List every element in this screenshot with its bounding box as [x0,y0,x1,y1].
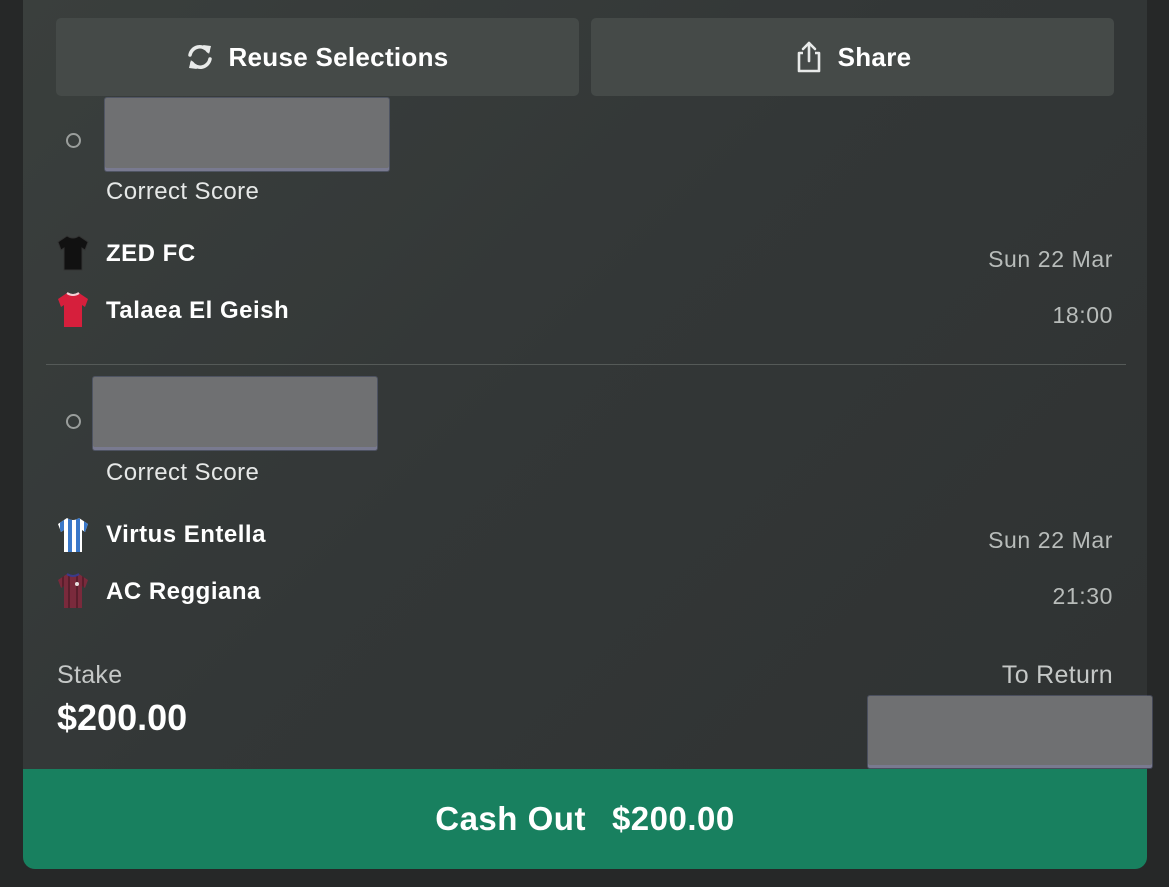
away-team: Talaea El Geish [106,297,290,324]
redacted-selection-name [105,98,389,171]
market-label: Correct Score [106,459,260,486]
home-kit-icon [58,518,88,552]
home-team: ZED FC [106,240,196,267]
share-icon [797,41,820,73]
away-team: AC Reggiana [106,578,261,605]
redacted-return-value [868,696,1152,768]
refresh-icon [188,45,213,69]
selection-radio-icon [66,414,81,429]
reuse-selections-button[interactable]: Reuse Selections [56,18,579,96]
selection-radio-icon [66,133,81,148]
away-kit-icon [58,573,88,608]
event-date: Sun 22 Mar [988,527,1113,553]
cash-out-amount: $200.00 [611,800,735,837]
to-return-label: To Return [1001,661,1113,689]
stake-label: Stake [57,661,123,689]
event-time: 18:00 [1052,302,1113,328]
market-label: Correct Score [106,178,260,205]
cash-out-button[interactable]: Cash Out $200.00 [23,769,1147,869]
cash-out-label: Cash Out [435,800,586,837]
home-kit-icon [57,235,89,271]
share-button[interactable]: Share [591,18,1114,96]
event-date: Sun 22 Mar [988,246,1113,272]
selection-divider [46,364,1126,365]
stake-value: $200.00 [57,697,188,738]
redacted-selection-name [93,377,377,450]
home-team: Virtus Entella [106,521,266,548]
away-kit-icon [58,292,88,327]
event-time: 21:30 [1052,583,1113,609]
share-label: Share [837,41,912,72]
reuse-selections-label: Reuse Selections [228,41,449,72]
